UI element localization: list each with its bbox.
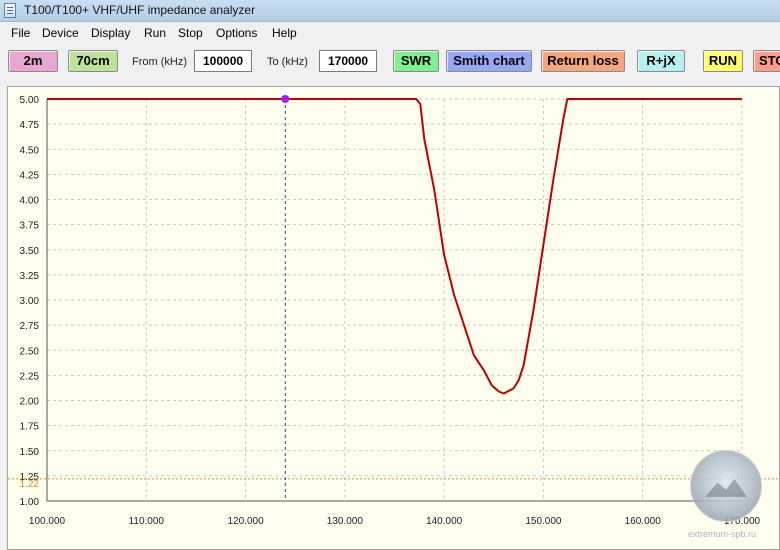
menu-bar: File Device Display Run Stop Options Hel… (0, 22, 780, 44)
y-tick-label: 2.25 (20, 371, 40, 382)
swr-button[interactable]: SWR (393, 50, 439, 72)
menu-display[interactable]: Display (91, 26, 130, 40)
swr-chart: 5.00 4.75 4.50 4.25 4.00 3.75 3.50 3.25 3.00 2.75… (8, 95, 779, 527)
from-frequency-input[interactable]: 100000 (194, 50, 252, 72)
title-bar: T100/T100+ VHF/UHF impedance analyzer (0, 0, 780, 22)
y-tick-label: 1.50 (20, 447, 40, 458)
swr-curve (47, 98, 742, 395)
from-label: From (kHz) (132, 56, 187, 68)
x-tick-label: 150.000 (525, 516, 562, 527)
run-button[interactable]: RUN (703, 50, 743, 72)
threshold-label: 1.22 (20, 479, 40, 490)
menu-options[interactable]: Options (216, 26, 257, 40)
toolbar: 2m 70cm From (kHz) 100000 To (kHz) 17000… (0, 44, 780, 84)
y-tick-label: 4.75 (20, 120, 40, 131)
y-tick-label: 3.25 (20, 271, 40, 282)
swr-chart-panel: 5.00 4.75 4.50 4.25 4.00 3.75 3.50 3.25 3.00 2.75… (7, 86, 780, 550)
y-tick-label: 4.50 (20, 145, 40, 156)
menu-help[interactable]: Help (272, 26, 297, 40)
return-loss-button[interactable]: Return loss (541, 50, 625, 72)
menu-device[interactable]: Device (42, 26, 79, 40)
smith-chart-button[interactable]: Smith chart (446, 50, 532, 72)
x-tick-label: 160.000 (625, 516, 662, 527)
y-tick-label: 3.50 (20, 246, 40, 257)
y-tick-label: 1.75 (20, 422, 40, 433)
y-tick-label: 4.00 (20, 196, 40, 207)
y-tick-label: 4.25 (20, 170, 40, 181)
stop-button[interactable]: STO (753, 50, 780, 72)
x-tick-label: 110.000 (129, 516, 165, 527)
rjx-button[interactable]: R+jX (637, 50, 685, 72)
y-tick-label: 3.75 (20, 221, 40, 232)
to-label: To (kHz) (267, 56, 308, 68)
x-tick-label: 130.000 (327, 516, 364, 527)
watermark-logo (690, 450, 762, 522)
y-tick-label: 2.00 (20, 397, 40, 408)
menu-file[interactable]: File (11, 26, 30, 40)
y-tick-label: 2.50 (20, 346, 40, 357)
window-title: T100/T100+ VHF/UHF impedance analyzer (24, 3, 256, 17)
menu-run[interactable]: Run (144, 26, 166, 40)
x-tick-label: 120.000 (227, 516, 264, 527)
y-tick-label: 2.75 (20, 321, 40, 332)
band-70cm-button[interactable]: 70cm (68, 50, 118, 72)
y-tick-label: 1.00 (20, 497, 40, 508)
app-icon (4, 3, 16, 18)
menu-stop[interactable]: Stop (178, 26, 203, 40)
y-tick-label: 5.00 (20, 95, 40, 106)
x-tick-label: 140.000 (426, 516, 463, 527)
band-2m-button[interactable]: 2m (8, 50, 58, 72)
x-tick-label: 100.000 (29, 516, 66, 527)
marker-dot (281, 95, 290, 103)
y-tick-label: 3.00 (20, 296, 40, 307)
to-frequency-input[interactable]: 170000 (319, 50, 377, 72)
watermark-text: extremum-spb.ru (688, 529, 757, 539)
